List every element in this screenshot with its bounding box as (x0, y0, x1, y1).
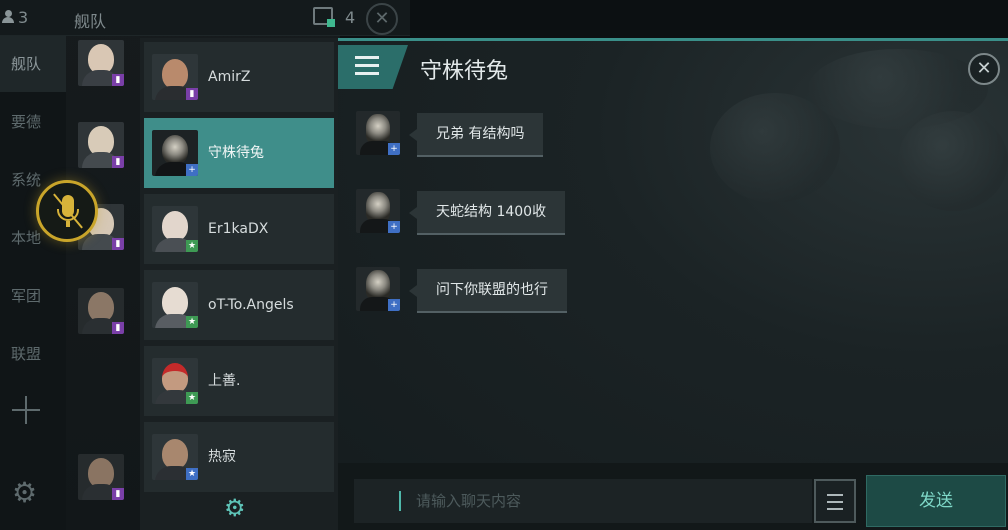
contact-item[interactable]: ▮ AmirZ (144, 42, 334, 112)
star-tag-icon: ★ (186, 392, 198, 404)
close-icon[interactable]: ✕ (968, 53, 1000, 85)
fleet-title: 舰队 (74, 12, 107, 31)
fleet-topbar: 3 舰队 4 ✕ (0, 0, 410, 36)
text-caret (399, 491, 401, 511)
menu-icon[interactable] (355, 56, 379, 76)
chat-title: 守株待兔 (420, 59, 509, 84)
sender-avatar[interactable]: + (356, 267, 400, 311)
member-avatar[interactable]: ▮ (78, 288, 124, 334)
contact-item-selected[interactable]: + 守株待兔 (144, 118, 334, 188)
contact-item[interactable]: ★ Er1kaDX (144, 194, 334, 264)
close-icon[interactable]: ✕ (366, 3, 398, 35)
window-count: 4 (345, 8, 356, 27)
gear-icon[interactable]: ⚙ (12, 478, 37, 508)
star-tag-icon: ★ (186, 468, 198, 480)
background-decoration (710, 93, 840, 203)
user-icon (2, 10, 14, 24)
member-avatar[interactable]: ▮ (78, 454, 124, 500)
send-button[interactable]: 发送 (866, 475, 1006, 527)
nav-item-alliance[interactable]: 联盟 (0, 326, 66, 382)
contact-avatar: ★ (152, 206, 198, 252)
contact-item[interactable]: ★ 上善. (144, 346, 334, 416)
plus-tag-icon: + (388, 299, 400, 311)
chat-input[interactable] (354, 479, 812, 523)
star-tag-icon: ★ (186, 316, 198, 328)
star-tag-icon: ★ (186, 240, 198, 252)
message-bubble: 天蛇结构 1400收 (408, 191, 566, 235)
chat-input-bar: 发送 (338, 463, 1008, 530)
member-tag-icon: ▮ (112, 322, 124, 334)
member-tag-icon: ▮ (112, 156, 124, 168)
contact-name: 上善. (208, 373, 241, 389)
mic-muted-button[interactable] (36, 180, 98, 242)
plus-tag-icon: + (186, 164, 198, 176)
contact-item[interactable]: ★ 热寂 (144, 422, 334, 492)
contact-avatar: + (152, 130, 198, 176)
chat-window: 守株待兔 ✕ + 兄弟 有结构吗 + 天蛇结构 1400收 + 问下你联盟的也行… (338, 38, 1008, 530)
contact-list: ▮ AmirZ + 守株待兔 ★ Er1kaDX ★ oT-To.Angels … (140, 38, 338, 530)
message-bubble: 兄弟 有结构吗 (408, 113, 544, 157)
sender-avatar[interactable]: + (356, 189, 400, 233)
sender-avatar[interactable]: + (356, 111, 400, 155)
nav-item-corp[interactable]: 军团 (0, 268, 66, 324)
contact-avatar: ★ (152, 358, 198, 404)
contact-avatar: ★ (152, 434, 198, 480)
member-avatar[interactable]: ▮ (78, 122, 124, 168)
background-decoration (898, 111, 1008, 211)
member-avatar[interactable]: ▮ (78, 40, 124, 86)
member-tag-icon: ▮ (112, 74, 124, 86)
contact-name: AmirZ (208, 69, 251, 85)
settings-gear-icon[interactable]: ⚙ (224, 496, 246, 520)
channel-nav: 舰队 要德 系统 本地 军团 联盟 ⚙ (0, 36, 66, 530)
member-tag-icon: ▮ (112, 238, 124, 250)
user-count: 3 (18, 8, 29, 27)
add-channel-icon[interactable] (12, 396, 40, 424)
corp-tag-icon: ▮ (186, 88, 198, 100)
window-icon[interactable] (313, 7, 335, 27)
contact-name: oT-To.Angels (208, 297, 294, 313)
nav-item-fleet[interactable]: 舰队 (0, 36, 66, 92)
contact-avatar: ▮ (152, 54, 198, 100)
plus-tag-icon: + (388, 221, 400, 233)
contact-name: Er1kaDX (208, 221, 269, 237)
plus-tag-icon: + (388, 143, 400, 155)
contact-avatar: ★ (152, 282, 198, 328)
list-icon[interactable] (814, 479, 856, 523)
contact-item[interactable]: ★ oT-To.Angels (144, 270, 334, 340)
nav-item-2[interactable]: 要德 (0, 94, 66, 150)
contact-name: 守株待兔 (208, 145, 264, 161)
message-bubble: 问下你联盟的也行 (409, 269, 567, 313)
contact-name: 热寂 (208, 449, 236, 465)
member-tag-icon: ▮ (112, 488, 124, 500)
